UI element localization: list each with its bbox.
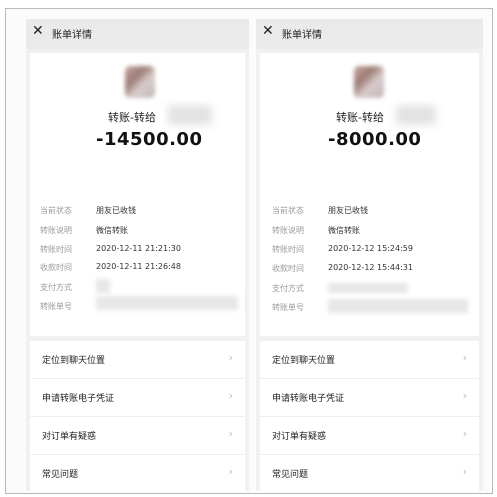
header-bar: ✕ 账单详情 [26, 19, 249, 49]
avatar [125, 66, 155, 98]
action-menu: 定位到聊天位置 › 申请转账电子凭证 › 对订单有疑惑 › 常见问题 › [260, 341, 479, 491]
transfer-card: 转账-转给 -14500.00 当前状态 朋友已收钱 转账说明 微信转账 转账时… [30, 53, 245, 336]
amount: -8000.00 [328, 129, 422, 150]
detail-value: 2020-12-11 21:26:48 [96, 262, 181, 271]
amount: -14500.00 [96, 129, 203, 150]
detail-key: 转账单号 [40, 302, 72, 311]
detail-value: 微信转账 [96, 226, 128, 235]
header-bar: ✕ 账单详情 [256, 19, 483, 49]
redaction-block [96, 296, 238, 310]
page-title: 账单详情 [52, 30, 92, 41]
detail-key: 转账说明 [40, 226, 72, 235]
image-frame: ✕ 账单详情 转账-转给 -14500.00 当前状态 朋友已收钱 转账说明 微… [5, 8, 493, 494]
menu-item-label: 常见问题 [272, 470, 309, 480]
chevron-right-icon: › [462, 427, 467, 440]
detail-value: 2020-12-12 15:44:31 [328, 263, 413, 272]
avatar [354, 66, 384, 98]
menu-item-label: 申请转账电子凭证 [42, 394, 115, 404]
menu-item-order-question[interactable]: 对订单有疑惑 › [260, 417, 479, 454]
detail-key: 当前状态 [40, 206, 72, 215]
detail-key: 转账单号 [272, 303, 304, 312]
menu-item-faq[interactable]: 常见问题 › [260, 455, 479, 491]
detail-value: 2020-12-11 21:21:30 [96, 244, 181, 253]
menu-item-label: 定位到聊天位置 [42, 356, 106, 366]
redaction-block [328, 283, 408, 293]
chevron-right-icon: › [462, 465, 467, 478]
detail-value: 朋友已收钱 [328, 206, 368, 215]
bill-detail-screen-right: ✕ 账单详情 转账-转给 -8000.00 当前状态 朋友已收钱 转账说明 微信… [256, 19, 483, 491]
menu-item-order-question[interactable]: 对订单有疑惑 › [30, 417, 245, 454]
chevron-right-icon: › [462, 351, 467, 364]
chevron-right-icon: › [228, 389, 233, 402]
menu-item-receipt[interactable]: 申请转账电子凭证 › [30, 379, 245, 416]
transfer-name: 转账-转给 [108, 111, 156, 124]
chevron-right-icon: › [228, 465, 233, 478]
detail-key: 支付方式 [272, 284, 304, 293]
menu-item-label: 对订单有疑惑 [272, 432, 327, 442]
chevron-right-icon: › [462, 389, 467, 402]
redaction-block [328, 299, 468, 313]
bill-detail-screen-left: ✕ 账单详情 转账-转给 -14500.00 当前状态 朋友已收钱 转账说明 微… [26, 19, 249, 491]
close-icon[interactable]: ✕ [262, 23, 274, 39]
detail-key: 收款时间 [40, 263, 72, 272]
menu-item-label: 定位到聊天位置 [272, 356, 336, 366]
menu-item-locate-chat[interactable]: 定位到聊天位置 › [260, 341, 479, 378]
detail-value: 微信转账 [328, 226, 360, 235]
menu-item-faq[interactable]: 常见问题 › [30, 455, 245, 491]
menu-item-receipt[interactable]: 申请转账电子凭证 › [260, 379, 479, 416]
chevron-right-icon: › [228, 351, 233, 364]
detail-value: 2020-12-12 15:24:59 [328, 244, 413, 253]
name-redaction [168, 105, 212, 125]
detail-key: 转账说明 [272, 226, 304, 235]
detail-value: 朋友已收钱 [96, 206, 136, 215]
redaction-block [96, 279, 110, 293]
page-title: 账单详情 [282, 30, 322, 41]
detail-key: 当前状态 [272, 206, 304, 215]
transfer-card: 转账-转给 -8000.00 当前状态 朋友已收钱 转账说明 微信转账 转账时间… [260, 53, 479, 336]
detail-key: 转账时间 [40, 245, 72, 254]
detail-key: 转账时间 [272, 245, 304, 254]
transfer-name: 转账-转给 [336, 111, 384, 124]
detail-key: 支付方式 [40, 283, 72, 292]
menu-item-label: 对订单有疑惑 [42, 432, 97, 442]
detail-key: 收款时间 [272, 264, 304, 273]
chevron-right-icon: › [228, 427, 233, 440]
close-icon[interactable]: ✕ [32, 23, 44, 39]
menu-item-label: 常见问题 [42, 470, 79, 480]
menu-item-locate-chat[interactable]: 定位到聊天位置 › [30, 341, 245, 378]
name-redaction [396, 105, 436, 125]
action-menu: 定位到聊天位置 › 申请转账电子凭证 › 对订单有疑惑 › 常见问题 › [30, 341, 245, 491]
menu-item-label: 申请转账电子凭证 [272, 394, 345, 404]
